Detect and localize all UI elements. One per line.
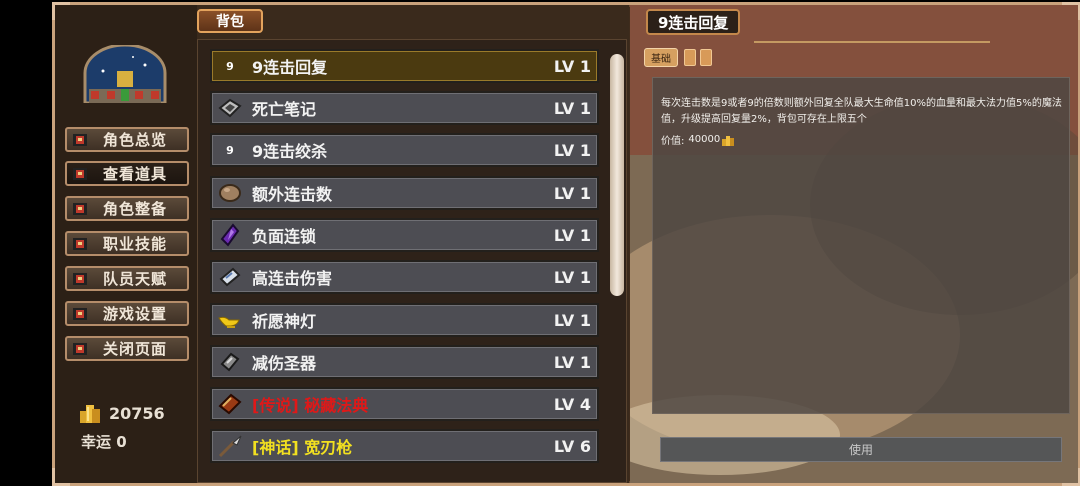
item-name: [传说] 秘藏法典 [252, 396, 369, 415]
list-item[interactable]: 负面连锁 LV 1 [210, 218, 599, 252]
item-title: 9连击回复 [646, 9, 741, 35]
tag-slot[interactable] [684, 49, 696, 66]
menu-character-overview-button[interactable]: 角色总览 [65, 127, 189, 152]
item-level: LV 1 [553, 267, 591, 287]
menu-game-settings-button[interactable]: 游戏设置 [65, 301, 189, 326]
list-item[interactable]: 9 9连击回复 LV 1 [210, 49, 599, 83]
hero-sprite-icon [73, 202, 87, 215]
item-level: LV 1 [553, 183, 591, 203]
death-note-icon [218, 98, 242, 118]
item-detail-panel: 9连击回复 基础 每次连击数是9或者9的倍数则额外回复全队最大生命值10%的血量… [630, 5, 1078, 483]
description-box: 每次连击数是9或者9的倍数则额外回复全队最大生命值10%的血量和最大法力值5%的… [652, 77, 1070, 414]
item-name: 祈愿神灯 [252, 312, 317, 331]
item-level: LV 1 [553, 56, 591, 76]
menu-label: 角色总览 [103, 131, 168, 149]
item-description: 每次连击数是9或者9的倍数则额外回复全队最大生命值10%的血量和最大法力值5%的… [661, 98, 1062, 125]
gold-counter: 20756 [79, 401, 165, 425]
menu-member-talents-button[interactable]: 队员天赋 [65, 266, 189, 291]
stone-icon [219, 184, 241, 202]
menu-character-setup-button[interactable]: 角色整备 [65, 196, 189, 221]
item-list[interactable]: 9 9连击回复 LV 1 死亡笔记 LV 1 9 9连击绞杀 LV 1 额外连击… [197, 39, 627, 483]
menu-class-skills-button[interactable]: 职业技能 [65, 231, 189, 256]
menu-label: 游戏设置 [103, 305, 168, 323]
hero-sprite-icon [73, 307, 87, 320]
item-level: LV 4 [553, 394, 591, 414]
hero-sprite-icon [73, 133, 87, 146]
item-name: 减伤圣器 [252, 354, 317, 373]
spear-icon [218, 435, 242, 458]
hero-sprite-icon [73, 342, 87, 355]
list-item[interactable]: 死亡笔记 LV 1 [210, 91, 599, 125]
hero-sprite-icon [73, 167, 87, 180]
relic-icon [220, 352, 240, 372]
list-item[interactable]: 减伤圣器 LV 1 [210, 345, 599, 379]
book-icon [218, 393, 242, 415]
list-item[interactable]: 额外连击数 LV 1 [210, 176, 599, 210]
gold-coins-icon [80, 405, 100, 423]
divider [754, 41, 990, 43]
item-level: LV 1 [553, 310, 591, 330]
gold-coins-icon [722, 135, 735, 146]
item-name: 额外连击数 [252, 185, 333, 204]
nine-badge-icon: 9 [226, 59, 234, 73]
value-label: 价值: [661, 136, 685, 147]
list-item[interactable]: 祈愿神灯 LV 1 [210, 303, 599, 337]
item-name: [神话] 宽刃枪 [252, 438, 353, 457]
value-amount: 40000 [688, 134, 721, 145]
purple-crystal-icon [220, 223, 240, 247]
item-name: 9连击绞杀 [252, 142, 328, 161]
item-level: LV 1 [553, 352, 591, 372]
item-name: 高连击伤害 [252, 269, 333, 288]
hero-sprite-icon [73, 272, 87, 285]
menu-close-page-button[interactable]: 关闭页面 [65, 336, 189, 361]
list-item[interactable]: [神话] 宽刃枪 LV 6 [210, 429, 599, 463]
menu-label: 职业技能 [103, 235, 168, 253]
menu-label: 查看道具 [103, 165, 168, 183]
item-value: 价值: 40000 [661, 132, 735, 147]
nine-badge-icon: 9 [226, 143, 234, 157]
scroll-icon [219, 267, 241, 287]
use-button[interactable]: 使用 [660, 437, 1062, 462]
scrollbar[interactable] [610, 54, 624, 296]
menu-label: 角色整备 [103, 200, 168, 218]
item-level: LV 6 [553, 436, 591, 456]
item-name: 负面连锁 [252, 227, 317, 246]
tag-slot[interactable] [700, 49, 712, 66]
menu-view-items-button[interactable]: 查看道具 [65, 161, 189, 186]
list-item[interactable]: 高连击伤害 LV 1 [210, 260, 599, 294]
sidebar: 角色总览 查看道具 角色整备 职业技能 队员天赋 游戏设置 关闭页面 20756… [55, 5, 197, 483]
item-name: 9连击回复 [252, 58, 328, 77]
menu-label: 关闭页面 [103, 340, 168, 358]
tab-bag[interactable]: 背包 [197, 9, 263, 33]
gold-value: 20756 [109, 403, 165, 423]
magic-lamp-icon [218, 316, 240, 328]
bag-panel: 背包 9 9连击回复 LV 1 死亡笔记 LV 1 9 9连击绞杀 LV 1 额… [197, 5, 629, 483]
item-level: LV 1 [553, 98, 591, 118]
item-level: LV 1 [553, 140, 591, 160]
menu-label: 队员天赋 [103, 270, 168, 288]
castle-emblem-icon [83, 45, 167, 103]
list-item[interactable]: [传说] 秘藏法典 LV 4 [210, 387, 599, 421]
hero-sprite-icon [73, 237, 87, 250]
list-item[interactable]: 9 9连击绞杀 LV 1 [210, 133, 599, 167]
tag-basic[interactable]: 基础 [644, 48, 678, 67]
item-name: 死亡笔记 [252, 100, 317, 119]
luck-value: 幸运 0 [81, 433, 127, 451]
item-level: LV 1 [553, 225, 591, 245]
